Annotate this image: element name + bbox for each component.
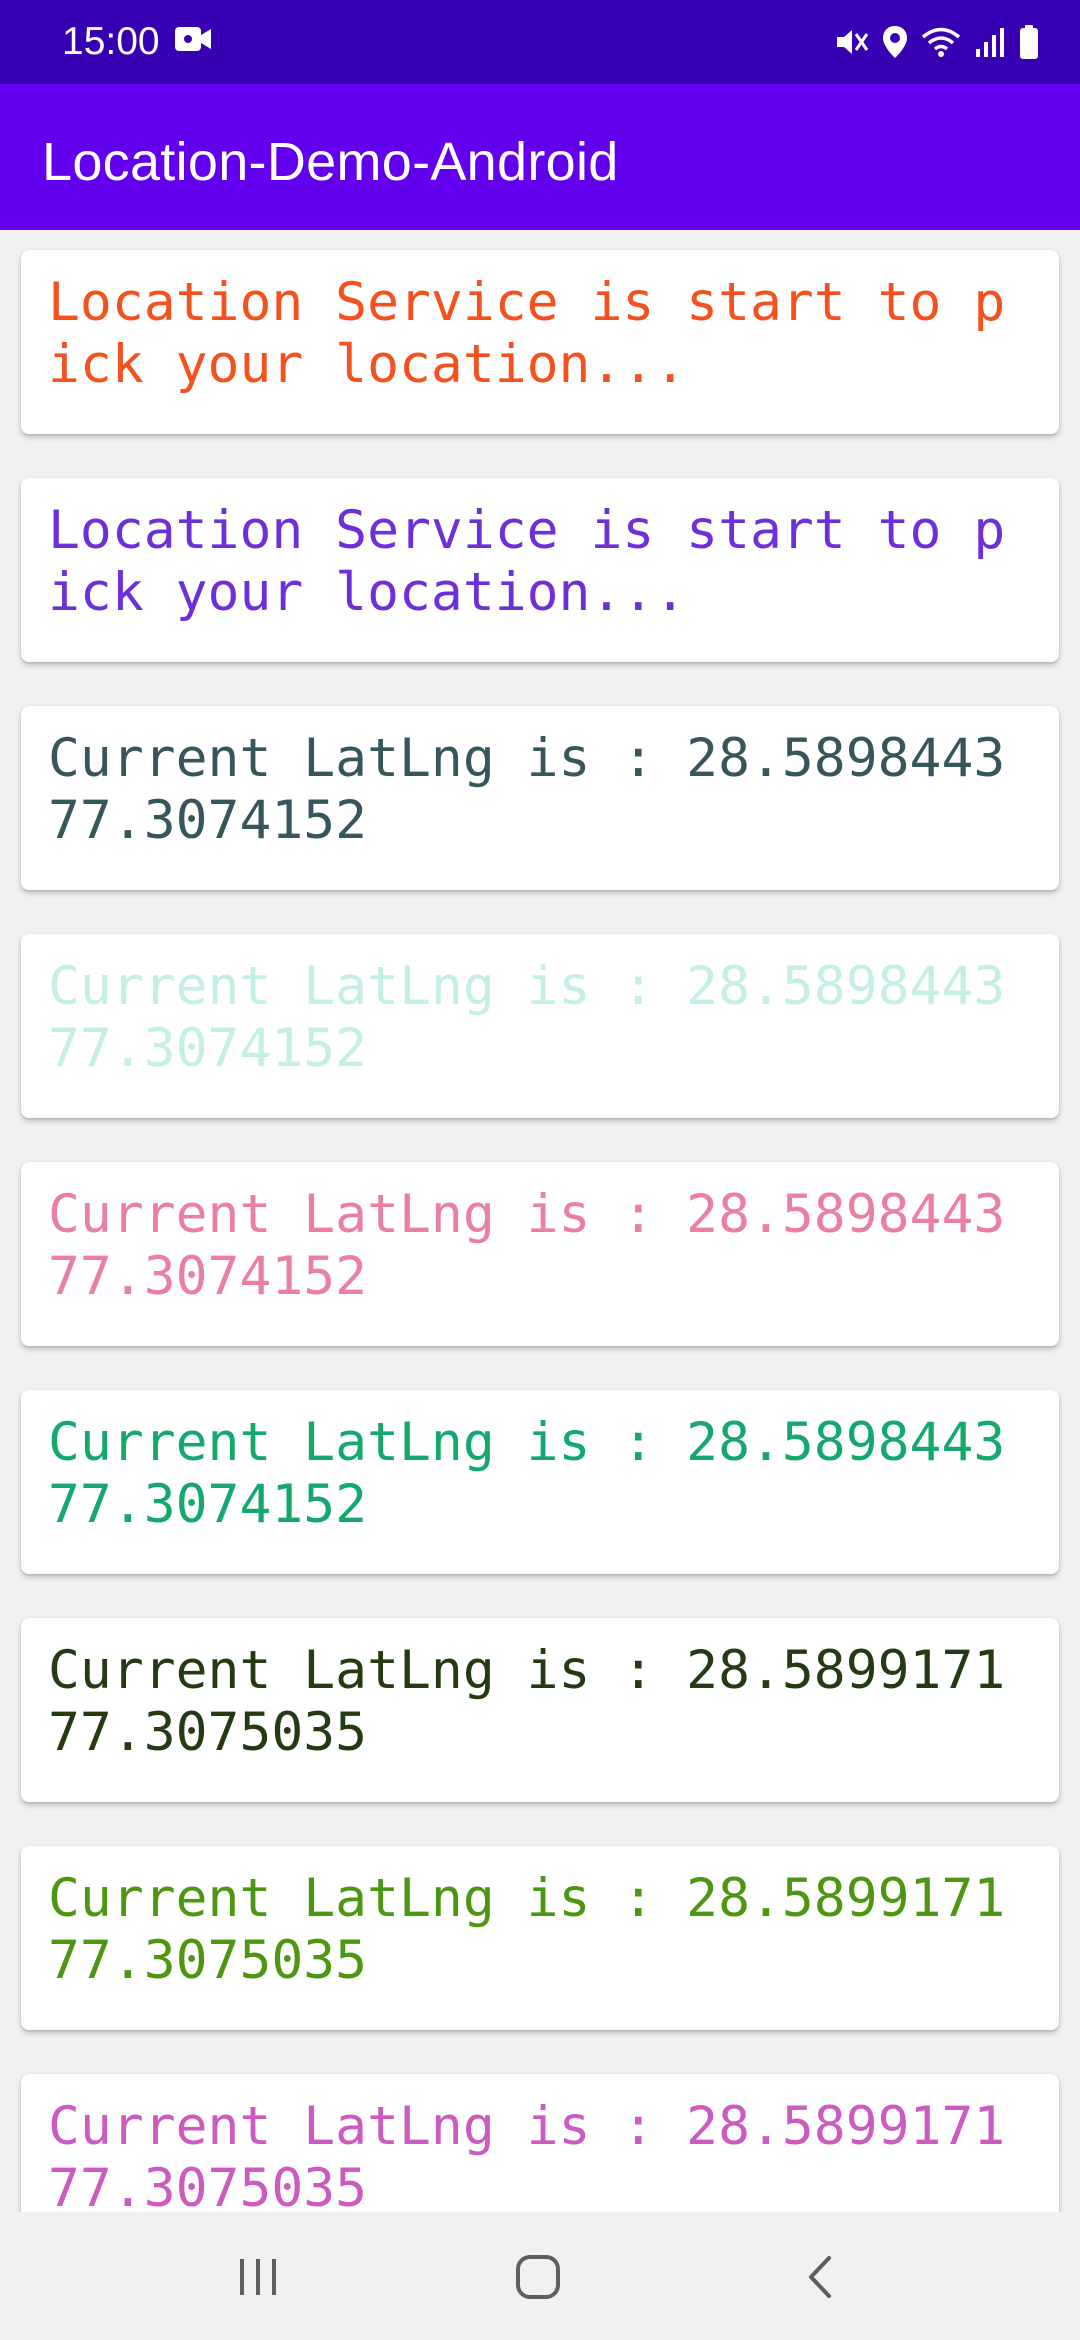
status-icons	[834, 20, 1040, 64]
home-icon[interactable]	[478, 2242, 598, 2312]
log-card: Current LatLng is : 28.5898443 77.307415…	[21, 1390, 1059, 1574]
back-icon[interactable]	[760, 2242, 880, 2312]
signal-icon	[974, 25, 1006, 59]
status-time: 15:00	[62, 20, 160, 63]
video-camera-icon	[174, 24, 212, 58]
location-pin-icon	[882, 25, 908, 59]
log-card-text: Location Service is start to pick your l…	[48, 500, 1006, 623]
log-list-viewport[interactable]: Location Service is start to pick your l…	[0, 230, 1080, 2212]
app-bar: Location-Demo-Android	[0, 84, 1080, 230]
log-card: Current LatLng is : 28.5898443 77.307415…	[21, 934, 1059, 1118]
status-bar: 15:00	[0, 0, 1080, 84]
app-title: Location-Demo-Android	[42, 132, 619, 192]
log-card: Current LatLng is : 28.5898443 77.307415…	[21, 706, 1059, 890]
log-card-text: Current LatLng is : 28.5899171 77.307503…	[48, 2096, 1038, 2212]
navigation-bar	[0, 2212, 1080, 2340]
recent-apps-icon[interactable]	[198, 2242, 318, 2312]
log-card: Current LatLng is : 28.5899171 77.307503…	[21, 2074, 1059, 2212]
log-card: Current LatLng is : 28.5898443 77.307415…	[21, 1162, 1059, 1346]
mute-icon	[834, 25, 870, 59]
log-card-text: Current LatLng is : 28.5898443 77.307415…	[48, 728, 1038, 851]
log-card-text: Current LatLng is : 28.5899171 77.307503…	[48, 1640, 1038, 1763]
log-card: Current LatLng is : 28.5899171 77.307503…	[21, 1846, 1059, 2030]
log-card-text: Current LatLng is : 28.5898443 77.307415…	[48, 1412, 1038, 1535]
wifi-icon	[920, 25, 962, 59]
battery-icon	[1018, 24, 1040, 60]
log-card-text: Location Service is start to pick your l…	[48, 272, 1006, 395]
log-card: Location Service is start to pick your l…	[21, 250, 1059, 434]
log-card-text: Current LatLng is : 28.5898443 77.307415…	[48, 956, 1038, 1079]
log-card: Location Service is start to pick your l…	[21, 478, 1059, 662]
log-card: Current LatLng is : 28.5899171 77.307503…	[21, 1618, 1059, 1802]
log-card-text: Current LatLng is : 28.5899171 77.307503…	[48, 1868, 1038, 1991]
log-card-text: Current LatLng is : 28.5898443 77.307415…	[48, 1184, 1038, 1307]
